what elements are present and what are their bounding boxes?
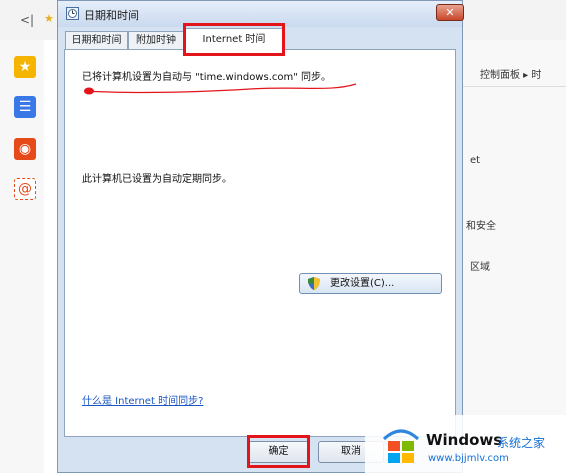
tab-date-time[interactable]: 日期和时间 (65, 31, 128, 49)
control-panel-item-region[interactable]: 区域 (470, 258, 490, 273)
watermark-site-name: 系统之家 (497, 436, 546, 450)
tab-panel-internet-time (64, 49, 456, 437)
weibo-icon[interactable]: ◉ (14, 138, 36, 160)
internet-time-help-link[interactable]: 什么是 Internet 时间同步? (82, 392, 203, 407)
control-panel-background (463, 40, 566, 473)
divider (463, 86, 566, 87)
red-underline-annotation (83, 83, 357, 95)
mail-icon[interactable]: @ (14, 178, 36, 200)
change-settings-button[interactable]: 更改设置(C)... (299, 273, 442, 294)
tab-highlight-box (183, 23, 285, 56)
schedule-status-text: 此计算机已设置为自动定期同步。 (82, 174, 232, 185)
watermark-url: www.bjjmlv.com (428, 453, 509, 464)
uac-shield-icon (308, 277, 320, 290)
favorites-icon[interactable]: ★ (14, 56, 36, 78)
control-panel-item[interactable]: et (470, 155, 480, 166)
dialog-title: 日期和时间 (84, 9, 139, 22)
clock-icon (66, 7, 79, 20)
windows-logo-icon (382, 429, 420, 463)
ok-highlight-box (247, 435, 310, 468)
close-button[interactable]: ✕ (436, 4, 464, 21)
tab-additional-clocks[interactable]: 附加时钟 (128, 31, 184, 49)
watermark-brand: Windows (426, 431, 503, 449)
notes-icon[interactable]: ☰ (14, 96, 36, 118)
bookmark-star-icon[interactable]: ★ (44, 12, 54, 25)
control-panel-item-security[interactable]: 和安全 (466, 217, 496, 232)
breadcrumb[interactable]: 控制面板 ▸ 时 (480, 66, 541, 81)
back-icon[interactable]: <| (20, 13, 34, 27)
change-settings-label: 更改设置(C)... (330, 278, 395, 289)
